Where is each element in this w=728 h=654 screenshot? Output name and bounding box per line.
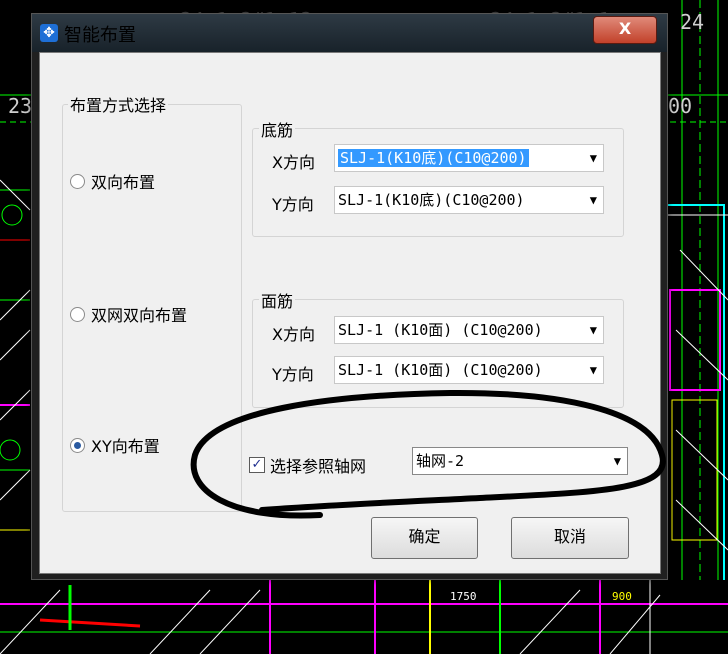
bottom-x-select[interactable]: SLJ-1(K10底)(C10@200) ▼	[334, 144, 604, 172]
top-y-select[interactable]: SLJ-1 (K10面) (C10@200) ▼	[334, 356, 604, 384]
smart-layout-dialog: ✥ 智能布置 X 布置方式选择 双向布置 双网双向布置 XY向布置 底筋 X方向…	[31, 13, 668, 580]
top-y-label: Y方向	[272, 365, 314, 384]
axis-select[interactable]: 轴网-2 ▼	[412, 447, 628, 475]
radio-double-mesh-button[interactable]	[70, 306, 85, 322]
chevron-down-icon: ▼	[589, 193, 597, 207]
top-rebar-label: 面筋	[259, 288, 296, 312]
chevron-down-icon: ▼	[613, 454, 621, 468]
chevron-down-icon: ▼	[589, 323, 597, 337]
cad-dim-1750: 1750	[450, 590, 477, 603]
cancel-button[interactable]: 取消	[511, 517, 629, 559]
bottom-y-value: SLJ-1(K10底)(C10@200)	[338, 191, 525, 209]
layout-method-group-label: 布置方式选择	[68, 92, 169, 116]
radio-xy-label: XY向布置	[91, 437, 160, 456]
radio-xy-button[interactable]	[70, 437, 85, 453]
axis-select-value: 轴网-2	[416, 452, 465, 470]
cad-right-walls	[665, 204, 728, 641]
radio-double-mesh-label: 双网双向布置	[91, 306, 188, 325]
top-x-select[interactable]: SLJ-1 (K10面) (C10@200) ▼	[334, 316, 604, 344]
axis-reference-checkbox-row[interactable]: ✓ 选择参照轴网	[249, 453, 366, 477]
dialog-title: 智能布置	[64, 25, 136, 46]
bottom-x-value: SLJ-1(K10底)(C10@200)	[338, 149, 529, 167]
top-x-label: X方向	[272, 325, 315, 344]
radio-bidirectional-label: 双向布置	[91, 173, 156, 192]
bottom-x-label: X方向	[272, 153, 315, 172]
bottom-y-select[interactable]: SLJ-1(K10底)(C10@200) ▼	[334, 186, 604, 214]
radio-bidirectional[interactable]: 双向布置	[70, 169, 155, 193]
chevron-down-icon: ▼	[589, 151, 597, 165]
top-x-value: SLJ-1 (K10面) (C10@200)	[338, 321, 543, 339]
bottom-rebar-label: 底筋	[259, 117, 296, 141]
cad-dim-900: 900	[612, 590, 632, 603]
dialog-client-area: 布置方式选择 双向布置 双网双向布置 XY向布置 底筋 X方向 SLJ-1(K1…	[39, 52, 661, 574]
cad-axis-label-00: 00	[668, 94, 693, 118]
radio-xy[interactable]: XY向布置	[70, 433, 160, 457]
cad-axis-label-24: 24	[680, 10, 705, 34]
radio-bidirectional-button[interactable]	[70, 173, 85, 189]
top-y-value: SLJ-1 (K10面) (C10@200)	[338, 361, 543, 379]
close-button[interactable]: X	[593, 16, 657, 44]
cad-axis-label-23: 23	[8, 94, 33, 118]
ok-button[interactable]: 确定	[371, 517, 478, 559]
app-icon: ✥	[40, 24, 58, 42]
dialog-titlebar[interactable]: ✥ 智能布置 X	[32, 14, 667, 52]
radio-double-mesh[interactable]: 双网双向布置	[70, 302, 187, 326]
axis-reference-label: 选择参照轴网	[270, 457, 367, 476]
bottom-y-label: Y方向	[272, 195, 314, 214]
chevron-down-icon: ▼	[589, 363, 597, 377]
cad-left-hatch	[0, 179, 31, 501]
axis-reference-checkbox[interactable]: ✓	[249, 457, 265, 473]
